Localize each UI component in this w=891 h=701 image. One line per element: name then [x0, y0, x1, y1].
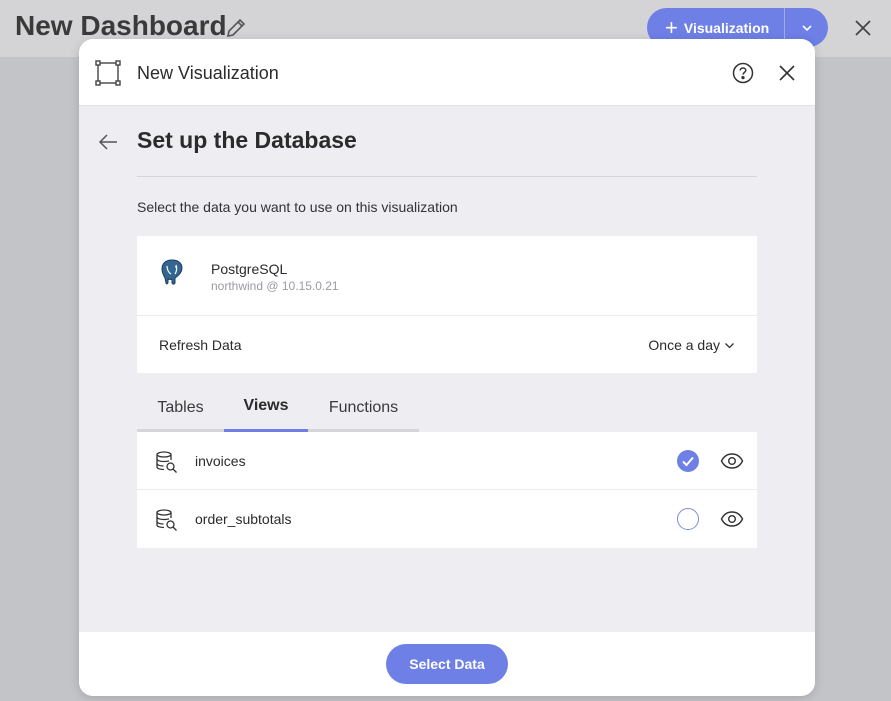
- refresh-frequency-value: Once a day: [648, 337, 720, 353]
- views-list: invoices order_subtotals: [137, 432, 757, 548]
- unselected-checkbox[interactable]: [677, 508, 699, 530]
- eye-icon[interactable]: [720, 451, 744, 471]
- view-name: invoices: [195, 453, 246, 469]
- chevron-down-icon: [801, 24, 812, 31]
- instructions-text: Select the data you want to use on this …: [137, 199, 458, 215]
- database-view-icon: [155, 508, 179, 532]
- refresh-frequency-select[interactable]: Once a day: [648, 337, 735, 353]
- tab-tables[interactable]: Tables: [137, 382, 224, 433]
- divider: [137, 315, 757, 316]
- select-data-button[interactable]: Select Data: [386, 644, 508, 684]
- list-item[interactable]: order_subtotals: [137, 490, 757, 548]
- checkmark-icon: [682, 456, 694, 467]
- visualization-button-label: Visualization: [683, 19, 770, 36]
- dialog-header: New Visualization: [79, 39, 815, 106]
- plus-icon: +: [665, 14, 678, 40]
- tab-views[interactable]: Views: [224, 382, 308, 433]
- data-source-card: PostgreSQL northwind @ 10.15.0.21 Refres…: [137, 236, 757, 373]
- list-item[interactable]: invoices: [137, 432, 757, 490]
- chevron-down-icon: [725, 342, 734, 348]
- divider: [137, 176, 757, 177]
- postgresql-elephant-icon: [159, 258, 185, 286]
- eye-icon[interactable]: [720, 509, 744, 529]
- database-view-icon: [155, 450, 179, 474]
- back-arrow-icon[interactable]: [97, 131, 119, 153]
- help-icon[interactable]: [732, 62, 754, 84]
- dialog-footer: Select Data: [79, 632, 815, 696]
- selected-checkbox[interactable]: [677, 450, 699, 472]
- close-icon[interactable]: [778, 64, 796, 82]
- dashboard-title[interactable]: New Dashboard: [15, 10, 227, 42]
- refresh-data-label: Refresh Data: [159, 337, 242, 353]
- section-title: Set up the Database: [137, 127, 357, 153]
- dialog-title: New Visualization: [137, 63, 279, 83]
- view-name: order_subtotals: [195, 511, 292, 527]
- data-type-tabs: Tables Views Functions: [137, 382, 419, 433]
- source-connection: northwind @ 10.15.0.21: [211, 279, 339, 293]
- source-name: PostgreSQL: [211, 261, 288, 277]
- visualization-frame-icon: [95, 60, 121, 86]
- pencil-icon[interactable]: [224, 16, 248, 40]
- tab-functions[interactable]: Functions: [308, 382, 419, 433]
- close-dashboard-icon[interactable]: [852, 17, 874, 39]
- new-visualization-dialog: New Visualization Set up the Database Se…: [79, 39, 815, 696]
